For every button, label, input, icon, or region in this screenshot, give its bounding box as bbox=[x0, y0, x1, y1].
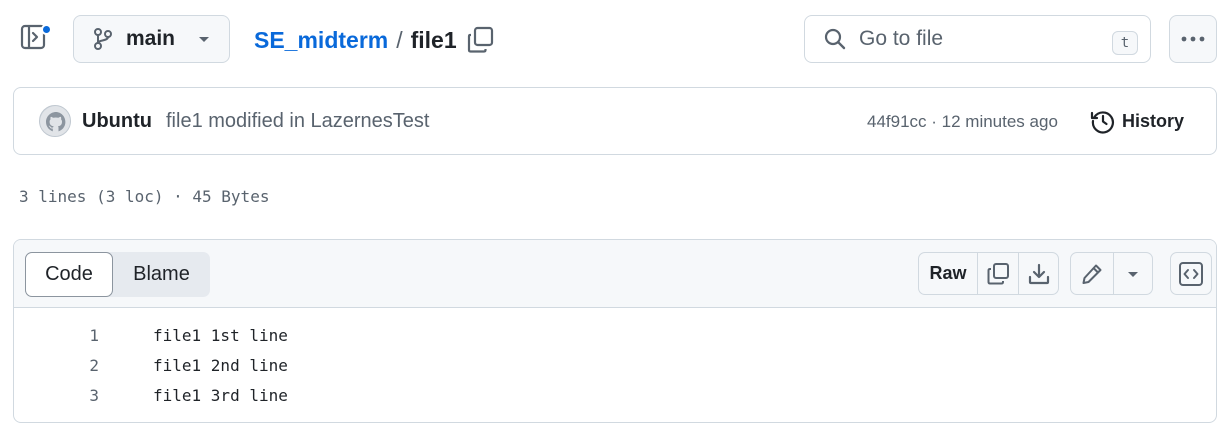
search-icon bbox=[824, 28, 846, 50]
copy-icon bbox=[467, 26, 494, 53]
file-stats: 3 lines (3 loc) · 45 Bytes bbox=[19, 187, 270, 206]
edit-group bbox=[1070, 252, 1153, 295]
commit-message[interactable]: file1 modified in LazernesTest bbox=[166, 110, 429, 133]
branch-name: main bbox=[126, 27, 176, 50]
line-text[interactable]: file1 3rd line bbox=[153, 386, 288, 405]
breadcrumb-file-name: file1 bbox=[410, 26, 457, 53]
go-to-file-placeholder: Go to file bbox=[859, 27, 944, 50]
code-line: 3 file1 3rd line bbox=[14, 380, 1216, 410]
sidebar-toggle-button[interactable] bbox=[20, 22, 54, 58]
caret-down-icon bbox=[1128, 271, 1138, 277]
code-line: 2 file1 2nd line bbox=[14, 350, 1216, 380]
symbols-panel-button[interactable] bbox=[1170, 252, 1212, 295]
copy-icon bbox=[987, 262, 1009, 284]
download-button[interactable] bbox=[1018, 253, 1058, 294]
raw-copy-download-group: Raw bbox=[918, 252, 1059, 295]
view-mode-segmented-control: Code Blame bbox=[25, 252, 210, 297]
history-button[interactable]: History bbox=[1090, 108, 1184, 134]
line-number[interactable]: 2 bbox=[14, 356, 99, 375]
line-number[interactable]: 1 bbox=[14, 326, 99, 345]
code-lines: 1 file1 1st line 2 file1 2nd line 3 file… bbox=[14, 320, 1216, 410]
copy-raw-button[interactable] bbox=[977, 253, 1018, 294]
breadcrumb: SE_midterm / file1 bbox=[254, 25, 457, 55]
copy-path-button[interactable] bbox=[466, 26, 496, 54]
notification-dot bbox=[41, 24, 52, 35]
avatar[interactable] bbox=[39, 105, 71, 137]
history-label: History bbox=[1122, 110, 1185, 131]
tab-blame[interactable]: Blame bbox=[113, 252, 210, 297]
github-avatar-icon bbox=[40, 106, 70, 136]
line-text[interactable]: file1 1st line bbox=[153, 326, 288, 345]
code-square-icon bbox=[1179, 261, 1203, 286]
code-line: 1 file1 1st line bbox=[14, 320, 1216, 350]
branch-selector-button[interactable]: main bbox=[73, 15, 230, 63]
caret-down-icon bbox=[199, 37, 210, 42]
commit-author[interactable]: Ubuntu bbox=[82, 110, 152, 133]
go-to-file-input[interactable]: Go to file t bbox=[804, 15, 1151, 63]
download-icon bbox=[1028, 263, 1049, 284]
file-viewer: Code Blame Raw 1 file1 1st line 2 file1 … bbox=[13, 239, 1217, 423]
keyboard-shortcut-hint: t bbox=[1112, 31, 1138, 55]
edit-options-dropdown[interactable] bbox=[1113, 253, 1152, 294]
breadcrumb-separator: / bbox=[396, 26, 403, 53]
edit-file-button[interactable] bbox=[1071, 253, 1113, 294]
line-number[interactable]: 3 bbox=[14, 386, 99, 405]
file-viewer-toolbar: Code Blame Raw bbox=[14, 240, 1216, 308]
git-branch-icon bbox=[94, 28, 112, 50]
line-text[interactable]: file1 2nd line bbox=[153, 356, 288, 375]
pencil-icon bbox=[1082, 264, 1102, 284]
commit-sha-and-time[interactable]: 44f91cc · 12 minutes ago bbox=[867, 112, 1058, 132]
raw-button[interactable]: Raw bbox=[919, 253, 977, 294]
history-icon bbox=[1090, 111, 1114, 134]
tab-code[interactable]: Code bbox=[25, 252, 113, 297]
more-options-button[interactable] bbox=[1169, 15, 1217, 63]
breadcrumb-repo-link[interactable]: SE_midterm bbox=[254, 27, 388, 54]
latest-commit-box: Ubuntu file1 modified in LazernesTest 44… bbox=[13, 87, 1217, 155]
kebab-horizontal-icon bbox=[1181, 36, 1205, 42]
